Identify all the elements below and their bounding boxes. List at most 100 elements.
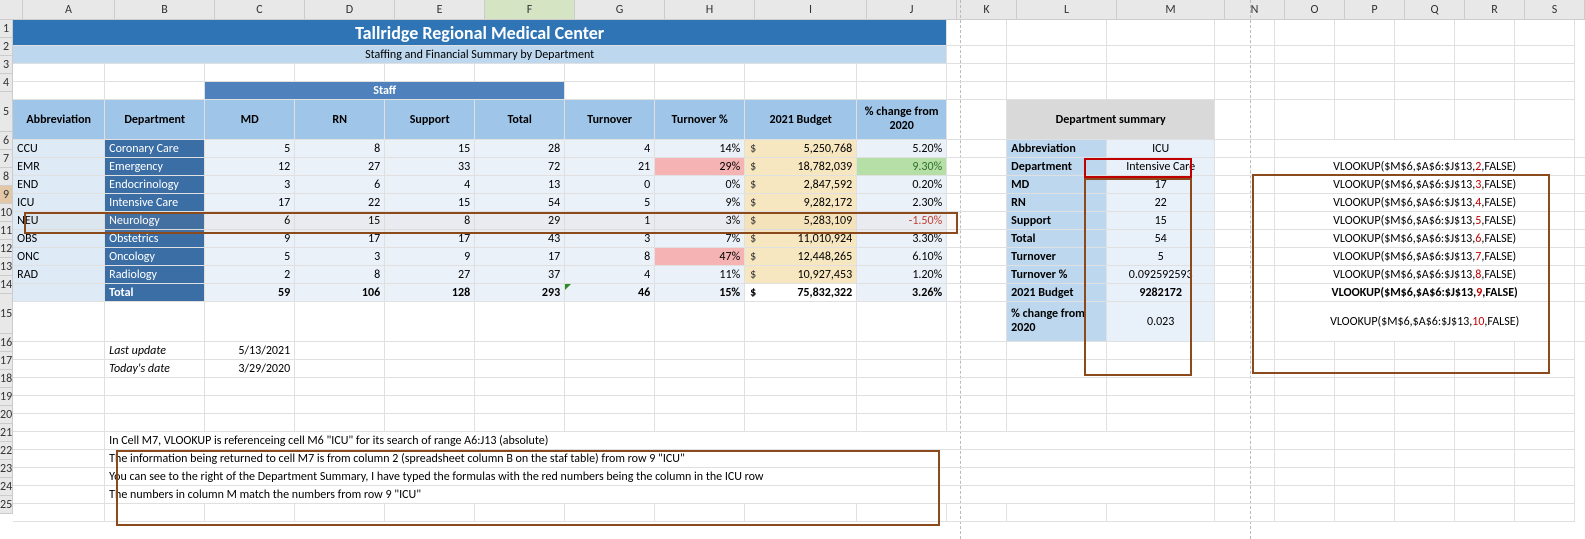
cell-turn[interactable]: 5 [565, 194, 655, 212]
totals-turnpct[interactable]: 15% [655, 284, 745, 302]
cell-support[interactable]: 27 [385, 266, 475, 284]
row-header-18[interactable]: 18 [0, 370, 13, 388]
cell-md[interactable]: 3 [205, 176, 295, 194]
row-header-17[interactable]: 17 [0, 352, 13, 370]
cell-turnpct[interactable]: 14% [655, 140, 745, 158]
cell-support[interactable]: 8 [385, 212, 475, 230]
cell-dept[interactable]: Neurology [105, 212, 205, 230]
cell-turn[interactable]: 1 [565, 212, 655, 230]
cell-md[interactable]: 9 [205, 230, 295, 248]
summary-value[interactable]: 22 [1107, 194, 1215, 212]
summary-value[interactable]: 17 [1107, 176, 1215, 194]
totals-support[interactable]: 128 [385, 284, 475, 302]
totals-total[interactable]: 293 [475, 284, 565, 302]
last-update-value[interactable]: 5/13/2021 [205, 342, 295, 360]
cell-total[interactable]: 43 [475, 230, 565, 248]
cell-turn[interactable]: 8 [565, 248, 655, 266]
cell-support[interactable]: 15 [385, 194, 475, 212]
cell-chg[interactable]: 3.30% [857, 230, 947, 248]
cell-abbr[interactable]: END [13, 176, 105, 194]
cell-md[interactable]: 17 [205, 194, 295, 212]
cell-total[interactable]: 72 [475, 158, 565, 176]
summary-value[interactable]: 15 [1107, 212, 1215, 230]
col-header-H[interactable]: H [665, 0, 755, 19]
totals-md[interactable]: 59 [205, 284, 295, 302]
summary-value[interactable]: ICU [1107, 140, 1215, 158]
spreadsheet[interactable]: ABCDEFGHIJKLMNOPQRS 12345678910111213141… [0, 0, 1585, 539]
cell-support[interactable]: 4 [385, 176, 475, 194]
cell-rn[interactable]: 8 [295, 140, 385, 158]
row-header-5[interactable]: 5 [0, 92, 13, 132]
row-header-8[interactable]: 8 [0, 168, 13, 186]
col-header-Q[interactable]: Q [1405, 0, 1465, 19]
summary-value[interactable]: 5 [1107, 248, 1215, 266]
cell-turnpct[interactable]: 47% [655, 248, 745, 266]
col-header-F[interactable]: F [485, 0, 575, 19]
summary-value[interactable]: 0.092592593 [1107, 266, 1215, 284]
cell-rn[interactable]: 15 [295, 212, 385, 230]
cell-abbr[interactable]: ICU [13, 194, 105, 212]
col-header-D[interactable]: D [305, 0, 395, 19]
row-header-11[interactable]: 11 [0, 222, 13, 240]
cell-turnpct[interactable]: 11% [655, 266, 745, 284]
cell-budget[interactable]: $2,847,592 [745, 176, 857, 194]
row-header-23[interactable]: 23 [0, 460, 13, 478]
col-header-E[interactable]: E [395, 0, 485, 19]
cell-md[interactable]: 2 [205, 266, 295, 284]
cell-turn[interactable]: 21 [565, 158, 655, 176]
cell-chg[interactable]: 0.20% [857, 176, 947, 194]
col-header-C[interactable]: C [215, 0, 305, 19]
cell-chg[interactable]: 6.10% [857, 248, 947, 266]
row-header-22[interactable]: 22 [0, 442, 13, 460]
cell-md[interactable]: 5 [205, 248, 295, 266]
cell-turnpct[interactable]: 9% [655, 194, 745, 212]
row-header-10[interactable]: 10 [0, 204, 13, 222]
totals-turn[interactable]: 46 [565, 284, 655, 302]
cell-budget[interactable]: $18,782,039 [745, 158, 857, 176]
cell-rn[interactable]: 17 [295, 230, 385, 248]
row-header-19[interactable]: 19 [0, 388, 13, 406]
row-header-21[interactable]: 21 [0, 424, 13, 442]
col-header-I[interactable]: I [755, 0, 867, 19]
cell-turnpct[interactable]: 7% [655, 230, 745, 248]
cell-abbr[interactable]: CCU [13, 140, 105, 158]
cell-rn[interactable]: 22 [295, 194, 385, 212]
cell-turnpct[interactable]: 3% [655, 212, 745, 230]
summary-value[interactable]: 0.023 [1107, 302, 1215, 342]
row-header-2[interactable]: 2 [0, 38, 13, 56]
cell-total[interactable]: 17 [475, 248, 565, 266]
cell-md[interactable]: 12 [205, 158, 295, 176]
cell-budget[interactable]: $9,282,172 [745, 194, 857, 212]
cell-dept[interactable]: Intensive Care [105, 194, 205, 212]
cell-chg[interactable]: 9.30% [857, 158, 947, 176]
col-header-L[interactable]: L [1017, 0, 1117, 19]
cell-dept[interactable]: Radiology [105, 266, 205, 284]
cell-support[interactable]: 9 [385, 248, 475, 266]
cell-turn[interactable]: 4 [565, 140, 655, 158]
cell-budget[interactable]: $5,283,109 [745, 212, 857, 230]
cell-support[interactable]: 15 [385, 140, 475, 158]
cell-abbr[interactable]: RAD [13, 266, 105, 284]
cell-rn[interactable]: 8 [295, 266, 385, 284]
cell-support[interactable]: 33 [385, 158, 475, 176]
col-header-J[interactable]: J [867, 0, 957, 19]
summary-value[interactable]: Intensive Care [1107, 158, 1215, 176]
row-header-6[interactable]: 6 [0, 132, 13, 150]
cell-chg[interactable]: 5.20% [857, 140, 947, 158]
cell-md[interactable]: 5 [205, 140, 295, 158]
cell-support[interactable]: 17 [385, 230, 475, 248]
cell-chg[interactable]: 1.20% [857, 266, 947, 284]
col-header-N[interactable]: N [1225, 0, 1285, 19]
row-header-24[interactable]: 24 [0, 478, 13, 496]
row-header-3[interactable]: 3 [0, 56, 13, 74]
col-header-S[interactable]: S [1525, 0, 1585, 19]
row-header-20[interactable]: 20 [0, 406, 13, 424]
cell-abbr[interactable]: NEU [13, 212, 105, 230]
totals-budget[interactable]: $75,832,322 [745, 284, 857, 302]
row-header-7[interactable]: 7 [0, 150, 13, 168]
cell-turnpct[interactable]: 0% [655, 176, 745, 194]
col-header-P[interactable]: P [1345, 0, 1405, 19]
cell-dept[interactable]: Oncology [105, 248, 205, 266]
cell-turnpct[interactable]: 29% [655, 158, 745, 176]
cell-rn[interactable]: 3 [295, 248, 385, 266]
